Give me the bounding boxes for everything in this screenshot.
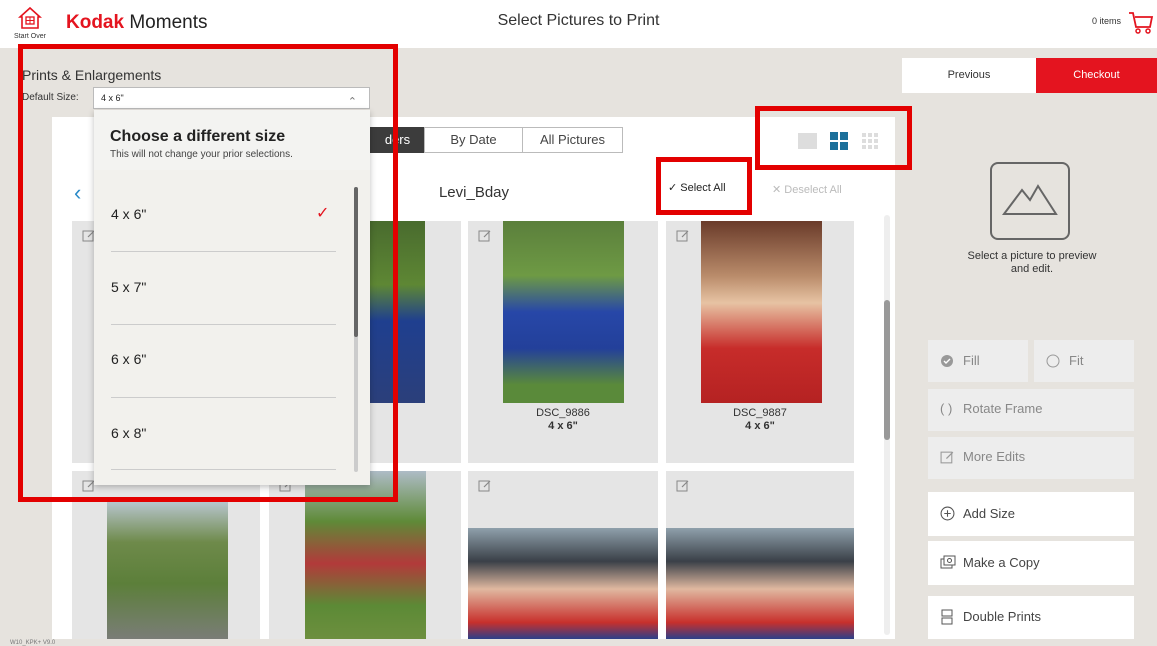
highlight-select-all [656,157,752,215]
fill-option[interactable]: Fill [928,340,1028,382]
preview-hint: Select a picture to preview and edit. [967,250,1097,275]
highlight-size-menu [18,44,398,502]
copy-icon [940,555,956,569]
rotate-icon: ( ) [940,401,953,416]
edit-icon [940,451,954,464]
version-label: W10_KPK+ V9.0 [10,640,56,646]
double-prints-button[interactable]: Double Prints [928,596,1134,639]
edit-icon[interactable] [478,479,492,493]
radio-icon [1046,354,1060,368]
photo-tile[interactable] [468,471,658,639]
photo-size: 4 x 6" [745,420,775,432]
photo-thumbnail [666,528,854,639]
tab-by-date[interactable]: By Date [424,127,523,153]
photo-thumbnail [701,221,822,403]
plus-circle-icon [940,506,955,521]
photo-thumbnail [107,501,228,639]
photo-filename: DSC_9886 [536,407,590,419]
photo-thumbnail [503,221,624,403]
page-title: Select Pictures to Print [497,12,660,29]
edit-icon[interactable] [478,229,492,243]
fit-label: Fit [1069,353,1084,368]
previous-button[interactable]: Previous [902,58,1036,93]
double-prints-label: Double Prints [963,609,1042,624]
tab-all-pictures[interactable]: All Pictures [522,127,623,153]
photo-thumbnail [468,528,658,639]
preview-placeholder [990,162,1070,240]
make-copy-button[interactable]: Make a Copy [928,541,1134,585]
photo-tile[interactable] [666,471,854,639]
mountain-icon [1002,184,1058,215]
cart-count: 0 items [1092,16,1122,26]
x-icon: ✕ [772,184,782,196]
photo-size: 4 x 6" [548,420,578,432]
add-size-button[interactable]: Add Size [928,492,1134,536]
gallery-scrollbar-thumb[interactable] [884,300,890,440]
edit-icon[interactable] [676,479,690,493]
deselect-all-label: Deselect All [784,184,842,196]
fill-label: Fill [963,353,980,368]
double-prints-icon [941,609,953,625]
photo-filename: DSC_9887 [733,407,787,419]
deselect-all-button[interactable]: ✕ Deselect All [772,183,842,196]
make-copy-label: Make a Copy [963,555,1040,570]
checkout-button[interactable]: Checkout [1036,58,1157,93]
rotate-frame-button[interactable]: ( ) Rotate Frame [928,389,1134,431]
more-edits-label: More Edits [963,449,1026,464]
photo-tile[interactable]: DSC_9886 4 x 6" [468,221,658,463]
add-size-label: Add Size [963,506,1016,521]
more-edits-button[interactable]: More Edits [928,437,1134,479]
start-over-label: Start Over [14,33,46,40]
cart-icon[interactable] [1128,10,1154,36]
highlight-view-toggle [755,106,912,170]
radio-checked-icon [941,355,953,367]
rotate-label: Rotate Frame [963,401,1043,416]
photo-tile[interactable]: DSC_9887 4 x 6" [666,221,854,463]
fit-option[interactable]: Fit [1034,340,1134,382]
edit-icon[interactable] [676,229,690,243]
